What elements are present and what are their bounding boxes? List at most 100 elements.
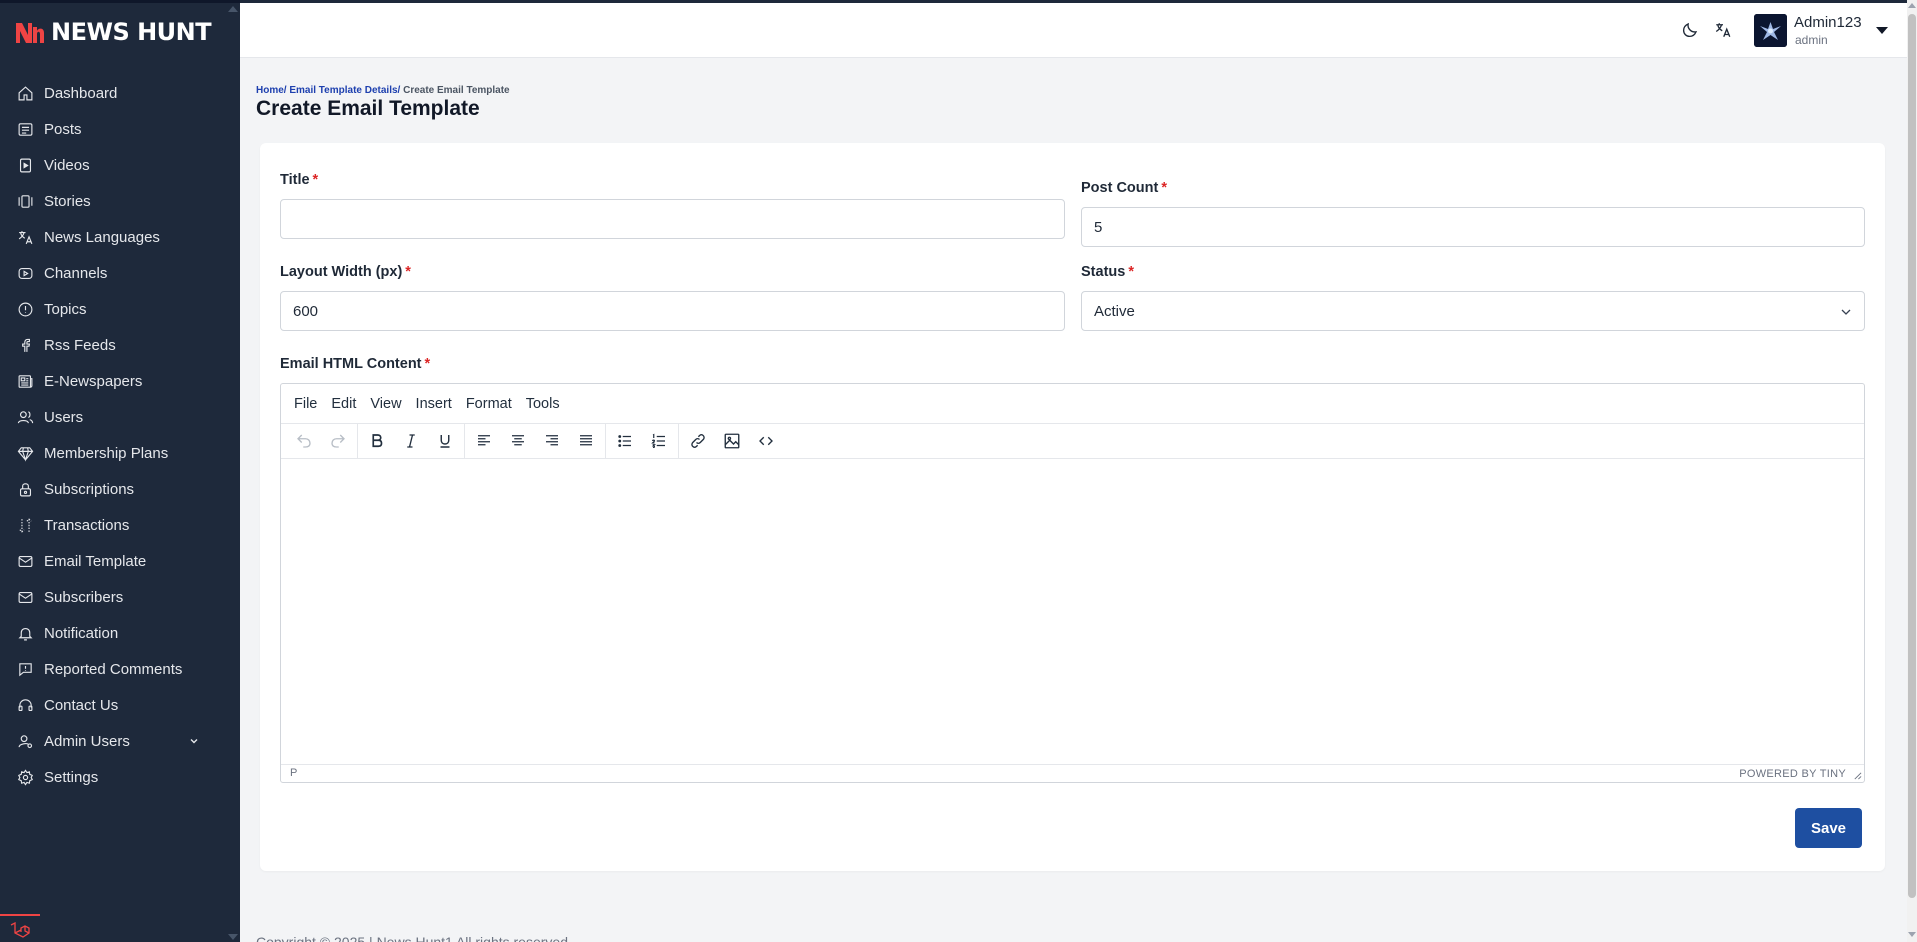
element-path[interactable]: P <box>290 767 297 779</box>
menu-insert[interactable]: Insert <box>416 396 452 412</box>
sidebar-item-e-newspapers[interactable]: E-Newspapers <box>0 363 240 399</box>
youtube-icon <box>18 267 33 279</box>
sidebar-scroll-down[interactable] <box>228 934 238 940</box>
scroll-down-arrow[interactable] <box>1908 932 1916 937</box>
powered-by-tiny[interactable]: POWERED BY TINY <box>1739 768 1846 780</box>
align-center-icon <box>512 435 524 446</box>
sidebar-scroll-up[interactable] <box>228 6 238 12</box>
insert-link-button[interactable] <box>681 426 715 456</box>
admin-user-icon <box>18 734 33 748</box>
avatar-emblem-icon <box>1754 14 1787 47</box>
menu-view[interactable]: View <box>370 396 401 412</box>
sidebar-item-stories[interactable]: Stories <box>0 183 240 219</box>
undo-button[interactable] <box>287 426 321 456</box>
post-count-label-text: Post Count <box>1081 180 1159 196</box>
sidebar-item-news-languages[interactable]: News Languages <box>0 219 240 255</box>
sidebar-item-channels[interactable]: Channels <box>0 255 240 291</box>
sidebar-item-admin-users[interactable]: Admin Users <box>0 723 240 759</box>
menu-tools[interactable]: Tools <box>526 396 560 412</box>
bullet-list-icon <box>618 435 631 447</box>
user-name[interactable]: Admin123 <box>1794 14 1862 31</box>
posts-icon <box>18 122 33 136</box>
required-mark: * <box>405 264 411 280</box>
sidebar-item-rss-feeds[interactable]: Rss Feeds <box>0 327 240 363</box>
scroll-up-arrow[interactable] <box>1908 3 1916 8</box>
post-count-input[interactable] <box>1081 207 1865 247</box>
home-icon <box>18 85 33 100</box>
sidebar-item-label: Channels <box>44 264 108 282</box>
numbered-list-button[interactable] <box>642 426 676 456</box>
numbered-list-icon <box>651 433 665 449</box>
menu-edit[interactable]: Edit <box>331 396 356 412</box>
status-label: Status * <box>1081 264 1134 280</box>
sidebar-item-subscriptions[interactable]: Subscriptions <box>0 471 240 507</box>
page-title: Create Email Template <box>256 97 480 120</box>
sidebar-item-dashboard[interactable]: Dashboard <box>0 75 240 111</box>
menu-file[interactable]: File <box>294 396 317 412</box>
sidebar-item-videos[interactable]: Videos <box>0 147 240 183</box>
save-button[interactable]: Save <box>1795 808 1862 848</box>
layout-width-label: Layout Width (px) * <box>280 264 411 280</box>
menu-format[interactable]: Format <box>466 396 512 412</box>
redo-button[interactable] <box>321 426 355 456</box>
lock-user-icon <box>19 482 32 496</box>
toolbar-separator <box>605 423 606 459</box>
sidebar-item-settings[interactable]: Settings <box>0 759 240 795</box>
sidebar-item-transactions[interactable]: Transactions <box>0 507 240 543</box>
sidebar-item-topics[interactable]: Topics <box>0 291 240 327</box>
translate-icon <box>18 230 33 244</box>
toolbar-separator <box>357 423 358 459</box>
italic-button[interactable] <box>394 426 428 456</box>
align-justify-button[interactable] <box>569 426 603 456</box>
status-select[interactable]: Active <box>1081 291 1865 331</box>
sidebar-item-label: Subscriptions <box>44 480 135 498</box>
sidebar-item-users[interactable]: Users <box>0 399 240 435</box>
language-translate-icon[interactable] <box>1714 21 1732 39</box>
breadcrumb-current: Create Email Template <box>403 85 510 96</box>
source-code-button[interactable] <box>749 426 783 456</box>
sidebar-item-label: Membership Plans <box>44 444 169 462</box>
align-center-button[interactable] <box>501 426 535 456</box>
align-right-button[interactable] <box>535 426 569 456</box>
underline-button[interactable] <box>428 426 462 456</box>
brand-logo[interactable]: NEWS HUNT <box>15 18 212 46</box>
sidebar-item-reported-comments[interactable]: Reported Comments <box>0 651 240 687</box>
sidebar-item-subscribers[interactable]: Subscribers <box>0 579 240 615</box>
laravel-icon <box>10 922 30 938</box>
title-input[interactable] <box>280 199 1065 239</box>
top-header <box>240 0 1907 58</box>
required-mark: * <box>312 172 319 188</box>
layout-width-input[interactable] <box>280 291 1065 331</box>
insert-image-button[interactable] <box>715 426 749 456</box>
sidebar-item-email-template[interactable]: Email Template <box>0 543 240 579</box>
breadcrumb: Home/ Email Template Details/ Create Ema… <box>256 85 510 96</box>
breadcrumb-home[interactable]: Home/ <box>256 85 287 96</box>
image-icon <box>724 433 740 449</box>
user-menu-caret-icon[interactable] <box>1876 27 1888 34</box>
page-scrollbar[interactable] <box>1907 0 1917 942</box>
align-left-button[interactable] <box>467 426 501 456</box>
content-label-text: Email HTML Content <box>280 356 422 372</box>
avatar[interactable] <box>1754 14 1787 47</box>
dark-mode-moon-icon[interactable] <box>1681 21 1699 39</box>
sidebar-item-contact-us[interactable]: Contact Us <box>0 687 240 723</box>
sidebar-item-label: Rss Feeds <box>44 336 116 354</box>
sidebar-item-membership-plans[interactable]: Membership Plans <box>0 435 240 471</box>
user-role: admin <box>1795 33 1828 47</box>
debug-toolbar-tab[interactable] <box>0 914 40 942</box>
sidebar-item-posts[interactable]: Posts <box>0 111 240 147</box>
bullet-list-button[interactable] <box>608 426 642 456</box>
required-mark: * <box>1161 180 1167 196</box>
editor-content-area[interactable] <box>281 459 1864 766</box>
diamond-icon <box>17 446 34 462</box>
brand-name: NEWS HUNT <box>51 18 212 46</box>
scrollbar-thumb[interactable] <box>1908 14 1916 898</box>
bold-button[interactable] <box>360 426 394 456</box>
underline-icon <box>440 435 450 448</box>
sidebar-item-notification[interactable]: Notification <box>0 615 240 651</box>
resize-handle-icon[interactable] <box>1853 771 1862 780</box>
video-icon <box>19 158 32 172</box>
breadcrumb-parent[interactable]: Email Template Details/ <box>289 85 400 96</box>
sidebar-item-label: E-Newspapers <box>44 372 143 390</box>
sidebar-item-label: Topics <box>44 300 87 318</box>
